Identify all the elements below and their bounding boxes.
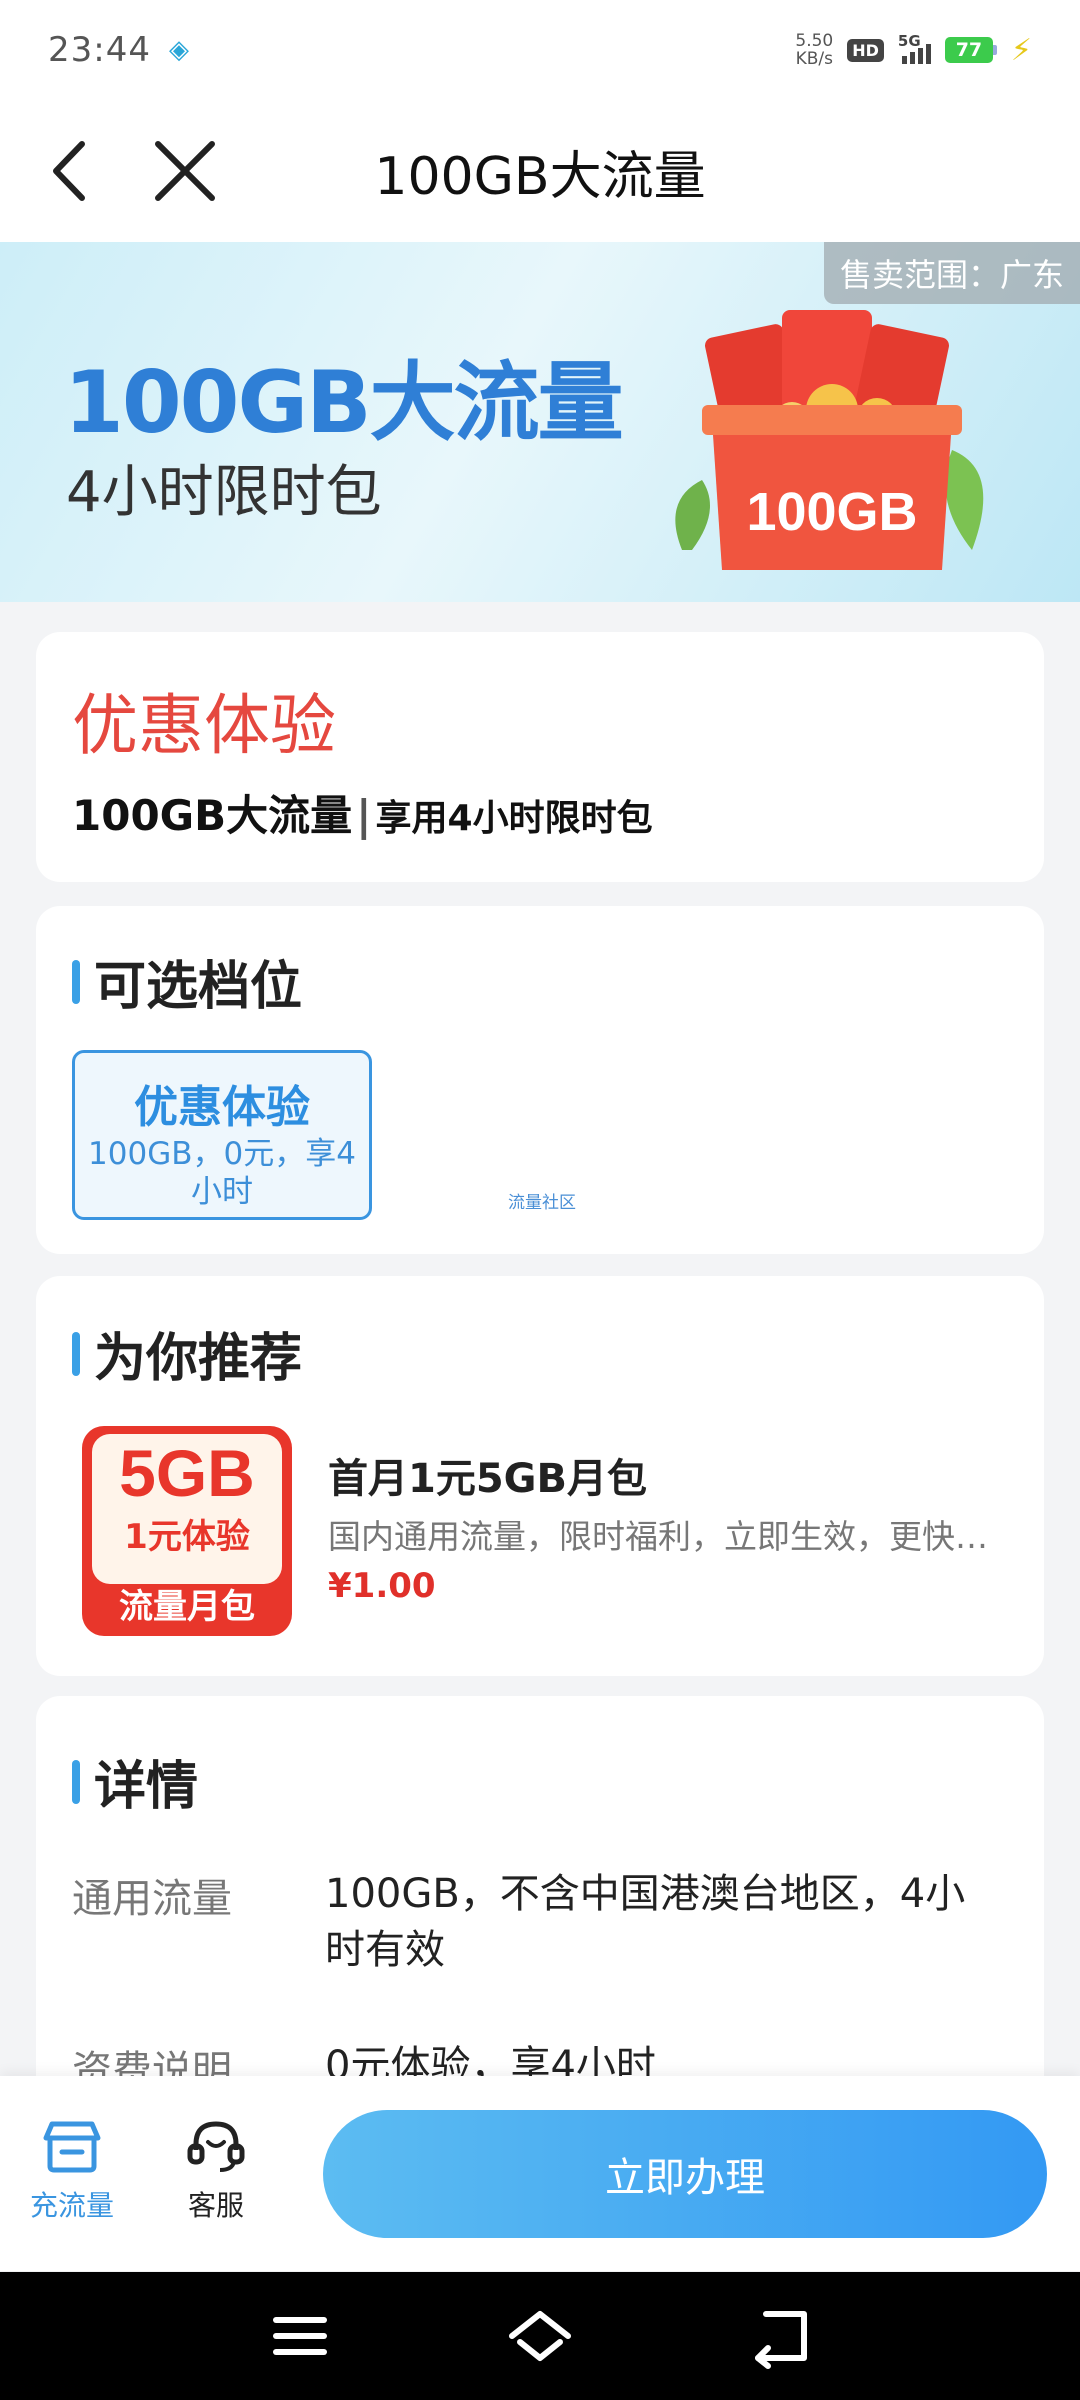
offer-card: 优惠体验 100GB大流量| 享用4小时限时包 <box>36 632 1044 882</box>
banner-subtitle: 4小时限时包 <box>66 460 382 525</box>
home-icon[interactable] <box>506 2302 574 2370</box>
detail-row: 通用流量 100GB，不含中国港澳台地区，4小时有效 <box>72 1866 1005 1978</box>
svg-text:流量月包: 流量月包 <box>119 1587 255 1627</box>
product-description: 国内通用流量，限时福利，立即生效，更快… <box>328 1517 988 1556</box>
apply-now-button[interactable]: 立即办理 <box>323 2110 1047 2238</box>
section-title-details: 详情 <box>72 1744 198 1819</box>
headset-icon <box>187 2121 245 2172</box>
banner-title: 100GB大流量 <box>64 353 624 453</box>
tier-description: 100GB，0元，享4小时 <box>88 1136 356 1210</box>
tier-option-selected[interactable]: 优惠体验 100GB，0元，享4小时 <box>72 1050 372 1220</box>
details-card: 详情 通用流量 100GB，不含中国港澳台地区，4小时有效 资费说明 0元体验，… <box>36 1696 1044 2116</box>
product-price: ¥1.00 <box>328 1566 436 1606</box>
recommend-card[interactable]: 为你推荐 5GB 1元体验 流量月包 首月1元5GB月包 国内通用流量，限时福利… <box>36 1276 1044 1676</box>
tier-name: 优惠体验 <box>134 1082 310 1133</box>
status-indicators: 5.50 KB/s HD 5G 77 ⚡ <box>795 32 1032 68</box>
status-bar: 23:44 ◈ 5.50 KB/s HD 5G 77 ⚡ <box>0 0 1080 100</box>
section-title-recommend: 为你推荐 <box>72 1316 302 1391</box>
offer-description: 100GB大流量| 享用4小时限时包 <box>72 791 653 840</box>
tiers-card: 可选档位 优惠体验 100GB，0元，享4小时 流量社区 <box>36 906 1044 1254</box>
tab-customer-service[interactable]: 客服 <box>146 2114 286 2224</box>
detail-key: 通用流量 <box>72 1876 232 1922</box>
shop-icon <box>43 2121 101 2173</box>
watermark: 流量社区 <box>508 1193 576 1213</box>
page-header: 100GB大流量 <box>0 100 1080 242</box>
section-accent-bar <box>72 1759 80 1804</box>
svg-text:1元体验: 1元体验 <box>124 1517 250 1557</box>
svg-text:5GB: 5GB <box>119 1436 255 1510</box>
detail-value: 100GB，不含中国港澳台地区，4小时有效 <box>325 1871 966 1973</box>
box-label: 100GB <box>746 482 917 542</box>
carrier-icon: ◈ <box>168 35 189 65</box>
hd-badge: HD <box>847 38 884 62</box>
bottom-action-bar: 充流量 客服 立即办理 <box>0 2076 1080 2271</box>
tab-recharge[interactable]: 充流量 <box>2 2114 142 2224</box>
sale-scope-badge: 售卖范围：广东 <box>823 242 1080 304</box>
menu-icon[interactable] <box>266 2302 334 2370</box>
system-nav-bar <box>0 2272 1080 2400</box>
back-icon[interactable] <box>746 2302 814 2370</box>
charging-icon: ⚡ <box>1010 32 1032 68</box>
page-title: 100GB大流量 <box>374 146 706 207</box>
battery-icon: 77 <box>944 37 997 63</box>
promo-banner: 售卖范围：广东 100GB大流量 4小时限时包 100GB <box>0 242 1080 602</box>
signal-icon: 5G <box>898 32 931 64</box>
product-thumbnail[interactable]: 5GB 1元体验 流量月包 <box>82 1426 292 1636</box>
offer-title: 优惠体验 <box>72 687 336 764</box>
gift-box-icon: 100GB <box>675 310 984 570</box>
section-title-tiers: 可选档位 <box>72 944 302 1019</box>
product-name: 首月1元5GB月包 <box>328 1456 647 1502</box>
status-time: 23:44 <box>48 30 151 70</box>
section-accent-bar <box>72 1331 80 1376</box>
net-speed: 5.50 KB/s <box>795 31 834 69</box>
section-accent-bar <box>72 959 80 1004</box>
